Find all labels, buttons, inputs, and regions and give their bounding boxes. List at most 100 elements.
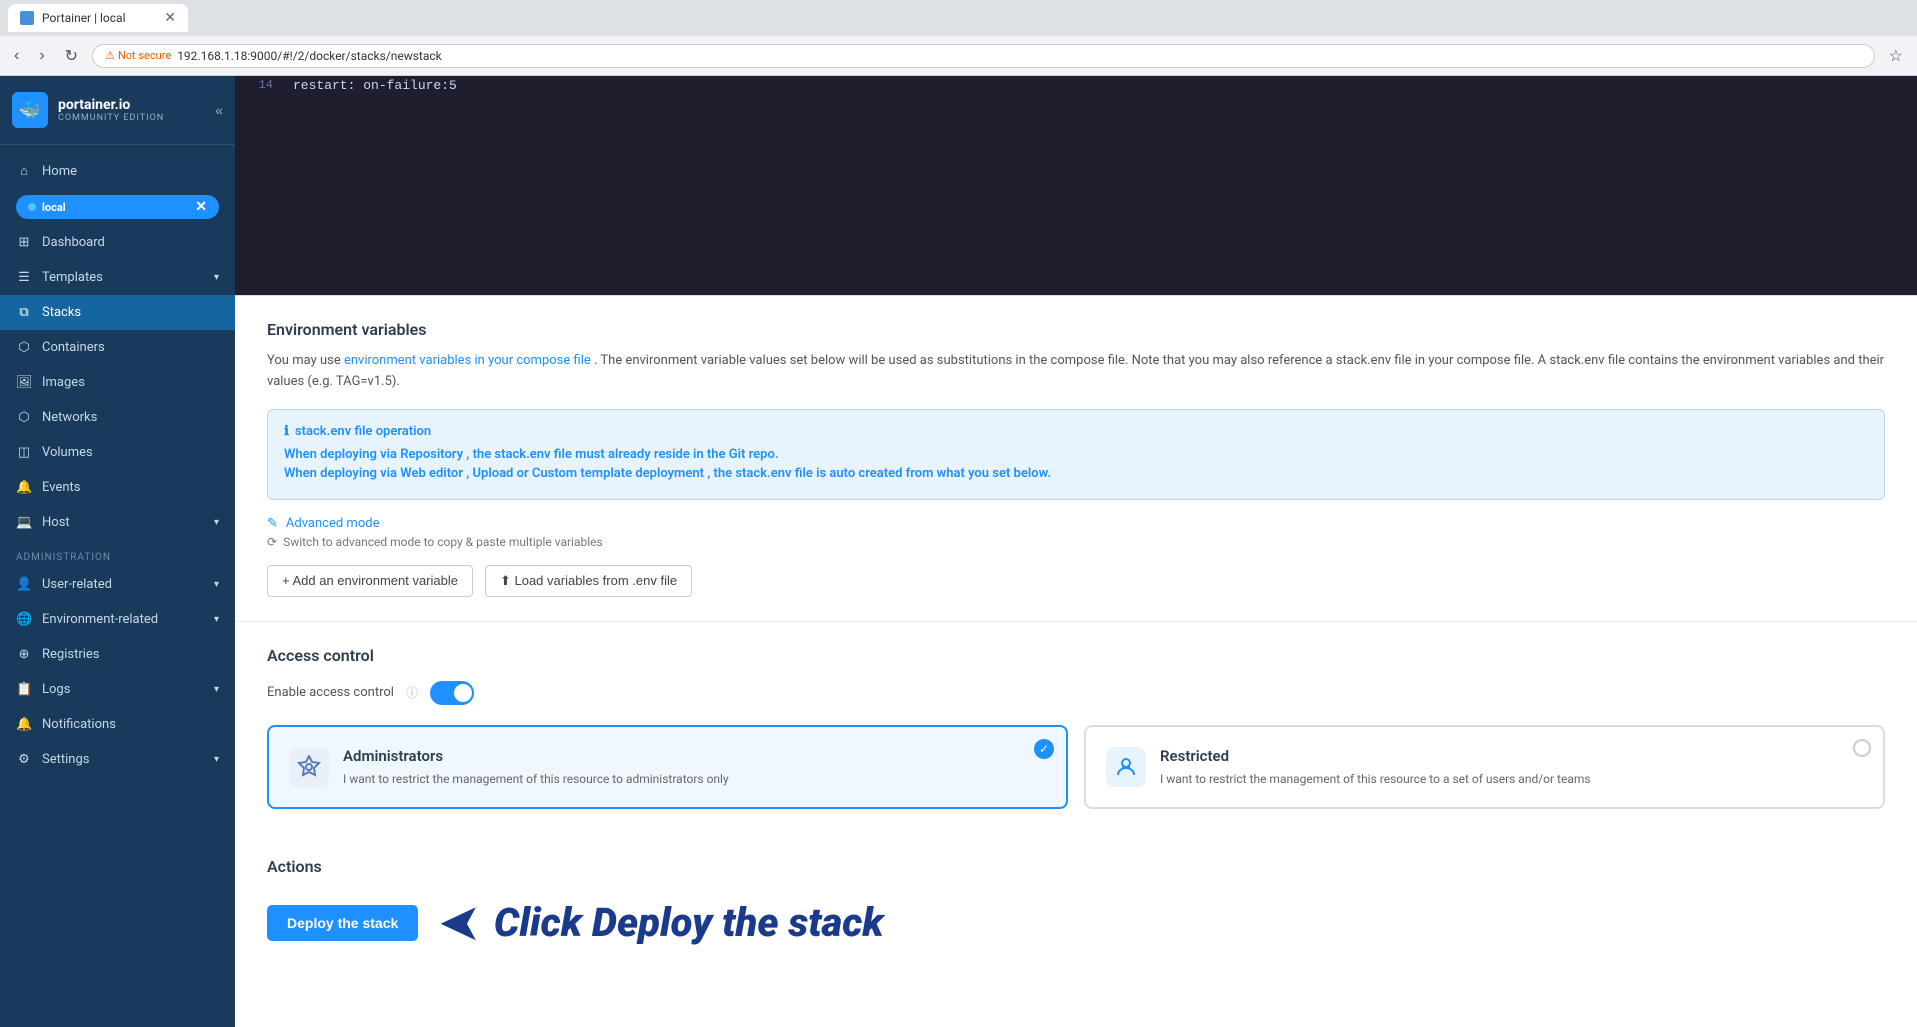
- sidebar-item-stacks[interactable]: ⧉ Stacks: [0, 295, 235, 330]
- sidebar-item-templates[interactable]: ☰ Templates ▾: [0, 260, 235, 295]
- sidebar-nav: ⌂ Home local ✕ ⊞ Dashboard ☰ Templates ▾: [0, 145, 235, 1027]
- host-icon: 💻: [16, 515, 32, 530]
- deploy-label: Deploy the stack: [287, 915, 398, 931]
- tab-close-button[interactable]: ✕: [164, 10, 176, 26]
- user-chevron-icon: ▾: [214, 579, 219, 590]
- env-related-icon: 🌐: [16, 612, 32, 627]
- logs-chevron-icon: ▾: [214, 684, 219, 695]
- edit-icon: ✎: [267, 516, 278, 531]
- refresh-button[interactable]: ↻: [59, 42, 84, 70]
- access-cards: Administrators I want to restrict the ma…: [267, 725, 1885, 810]
- sidebar-item-user-related[interactable]: 👤 User-related ▾: [0, 567, 235, 602]
- sidebar-item-home[interactable]: ⌂ Home: [0, 153, 235, 189]
- admin-card[interactable]: Administrators I want to restrict the ma…: [267, 725, 1068, 810]
- stacks-label: Stacks: [42, 305, 81, 320]
- sidebar-item-settings[interactable]: ⚙ Settings ▾: [0, 742, 235, 777]
- notifications-icon: 🔔: [16, 717, 32, 732]
- info-line-2: When deploying via Web editor , Upload o…: [284, 466, 1868, 481]
- restricted-card-title: Restricted: [1160, 747, 1591, 765]
- admin-section-label: Administration: [0, 540, 235, 567]
- images-label: Images: [42, 375, 85, 390]
- events-label: Events: [42, 480, 80, 495]
- env-section: local ✕: [0, 189, 235, 225]
- tab-title: Portainer | local: [42, 11, 126, 25]
- info-line2-bold1: Web editor: [400, 466, 463, 481]
- load-vars-button[interactable]: ⬆ Load variables from .env file: [485, 565, 692, 597]
- env-badge[interactable]: local ✕: [16, 195, 219, 219]
- info-line2-bold3: Custom template deployment: [532, 466, 704, 481]
- actions-title: Actions: [267, 857, 1885, 876]
- registries-label: Registries: [42, 647, 100, 662]
- logs-label: Logs: [42, 682, 70, 697]
- env-section-title: Environment variables: [267, 320, 1885, 339]
- load-vars-label: ⬆ Load variables from .env file: [500, 573, 677, 589]
- back-button[interactable]: ‹: [8, 43, 25, 69]
- add-env-button[interactable]: + Add an environment variable: [267, 565, 473, 597]
- env-dot: [28, 203, 36, 211]
- networks-label: Networks: [42, 410, 97, 425]
- sidebar-item-containers[interactable]: ⬡ Containers: [0, 330, 235, 365]
- sidebar-item-env-related[interactable]: 🌐 Environment-related ▾: [0, 602, 235, 637]
- env-related-label: Environment-related: [42, 612, 158, 627]
- home-icon: ⌂: [16, 163, 32, 179]
- sidebar-item-host[interactable]: 💻 Host ▾: [0, 505, 235, 540]
- sidebar-item-logs[interactable]: 📋 Logs ▾: [0, 672, 235, 707]
- templates-label: Templates: [42, 270, 103, 285]
- advanced-mode-link[interactable]: ✎ Advanced mode: [267, 516, 1885, 531]
- sidebar-item-notifications[interactable]: 🔔 Notifications: [0, 707, 235, 742]
- sidebar-item-registries[interactable]: ⊕ Registries: [0, 637, 235, 672]
- templates-icon: ☰: [16, 270, 32, 285]
- switch-label: ⟳ Switch to advanced mode to copy & past…: [267, 535, 1885, 549]
- code-editor[interactable]: 14 restart: on-failure:5: [235, 76, 1917, 296]
- env-name: local: [42, 201, 66, 214]
- settings-label: Settings: [42, 752, 89, 767]
- not-secure-icon: ⚠ Not secure: [105, 49, 171, 62]
- volumes-icon: ◫: [16, 445, 32, 460]
- info-box-title: ℹ stack.env file operation: [284, 424, 1868, 439]
- containers-icon: ⬡: [16, 340, 32, 355]
- events-icon: 🔔: [16, 480, 32, 495]
- deploy-stack-button[interactable]: Deploy the stack: [267, 905, 418, 941]
- host-label: Host: [42, 515, 70, 530]
- env-link[interactable]: environment variables in your compose fi…: [344, 353, 594, 368]
- browser-tab[interactable]: Portainer | local ✕: [8, 4, 188, 32]
- info-line-1: When deploying via Repository , the stac…: [284, 447, 1868, 462]
- registries-icon: ⊕: [16, 647, 32, 662]
- address-bar[interactable]: ⚠ Not secure 192.168.1.18:9000/#!/2/dock…: [92, 44, 1875, 68]
- arrow-icon: ➤: [438, 892, 482, 953]
- sidebar-collapse-button[interactable]: «: [215, 102, 223, 118]
- access-toggle[interactable]: [430, 681, 474, 705]
- sidebar-item-networks[interactable]: ⬡ Networks: [0, 400, 235, 435]
- sidebar: 🐳 portainer.io COMMUNITY EDITION « ⌂ Hom…: [0, 76, 235, 1027]
- forward-button[interactable]: ›: [33, 43, 50, 69]
- info-box: ℹ stack.env file operation When deployin…: [267, 409, 1885, 500]
- bookmark-button[interactable]: ☆: [1883, 42, 1909, 70]
- env-close-icon[interactable]: ✕: [195, 199, 207, 215]
- sidebar-item-images[interactable]: 🖼 Images: [0, 365, 235, 400]
- env-variables-section: Environment variables You may use enviro…: [235, 296, 1917, 622]
- sidebar-item-events[interactable]: 🔔 Events: [0, 470, 235, 505]
- browser-chrome: Portainer | local ✕ ‹ › ↻ ⚠ Not secure 1…: [0, 0, 1917, 76]
- admin-card-desc: I want to restrict the management of thi…: [343, 771, 729, 788]
- switch-icon: ⟳: [267, 535, 277, 549]
- settings-chevron-icon: ▾: [214, 754, 219, 765]
- restricted-card[interactable]: Restricted I want to restrict the manage…: [1084, 725, 1885, 810]
- sidebar-logo: 🐳 portainer.io COMMUNITY EDITION «: [0, 76, 235, 145]
- env-description: You may use environment variables in you…: [267, 351, 1885, 393]
- env-action-buttons: + Add an environment variable ⬆ Load var…: [267, 565, 1885, 597]
- enable-access-label: Enable access control: [267, 685, 394, 700]
- restricted-card-icon: [1106, 747, 1146, 787]
- browser-nav-bar: ‹ › ↻ ⚠ Not secure 192.168.1.18:9000/#!/…: [0, 36, 1917, 76]
- sidebar-item-volumes[interactable]: ◫ Volumes: [0, 435, 235, 470]
- restricted-card-text: Restricted I want to restrict the manage…: [1160, 747, 1591, 788]
- admin-checkmark-icon: ✓: [1034, 739, 1054, 759]
- main-content: 14 restart: on-failure:5 Environment var…: [235, 76, 1917, 1027]
- actions-section: Actions Deploy the stack ➤ Click Deploy …: [235, 833, 1917, 977]
- stacks-icon: ⧉: [16, 305, 32, 320]
- code-spacer: [235, 95, 1917, 295]
- logo-main-text: portainer.io: [58, 97, 164, 113]
- home-label: Home: [42, 164, 77, 179]
- containers-label: Containers: [42, 340, 105, 355]
- networks-icon: ⬡: [16, 410, 32, 425]
- sidebar-item-dashboard[interactable]: ⊞ Dashboard: [0, 225, 235, 260]
